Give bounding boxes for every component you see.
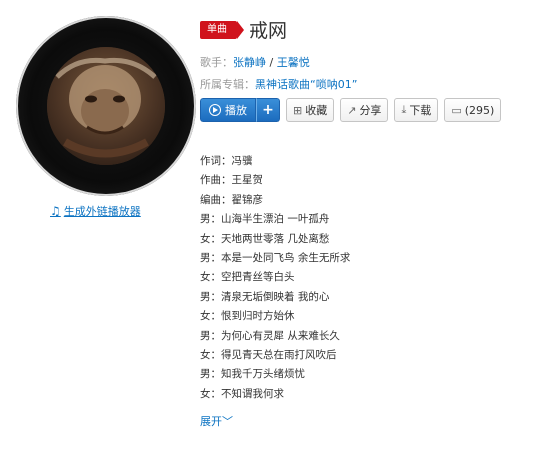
lyric-line: 男：清泉无垢倒映着 我的心 <box>200 290 330 303</box>
folder-plus-icon: ⊞ <box>293 103 303 117</box>
album-cover <box>16 16 196 196</box>
cover-art-image <box>47 47 165 165</box>
comment-icon: ▭ <box>451 103 462 117</box>
play-button[interactable]: 播放 <box>200 98 256 122</box>
album-row: 所属专辑：黑神话歌曲“唢呐01” <box>200 76 357 92</box>
song-title: 戒网 <box>249 20 288 42</box>
chevron-down-icon: ﹀ <box>222 415 233 428</box>
album-label: 所属专辑： <box>200 78 255 91</box>
expand-lyrics-link[interactable]: 展开﹀ <box>200 413 233 429</box>
vinyl-disc <box>16 16 196 196</box>
play-button-group: 播放 + <box>200 98 280 122</box>
expand-label: 展开 <box>200 415 222 428</box>
lyric-line: 男：为何心有灵犀 从来难长久 <box>200 329 340 342</box>
song-header: 单曲 戒网 <box>200 16 287 43</box>
outlink-label: 生成外链播放器 <box>63 205 141 218</box>
music-note-icon: ♫ <box>50 204 61 218</box>
share-label: 分享 <box>359 104 382 117</box>
download-button[interactable]: ⤓ 下载 <box>394 98 439 122</box>
download-icon: ⤓ <box>401 103 407 116</box>
comments-button[interactable]: ▭ (295) <box>444 98 502 122</box>
collect-button[interactable]: ⊞ 收藏 <box>286 98 335 122</box>
singer-label: 歌手： <box>200 56 233 69</box>
share-button[interactable]: ↗ 分享 <box>340 98 389 122</box>
single-badge: 单曲 <box>200 20 244 39</box>
lyric-line: 女：得见青天总在雨打风吹后 <box>200 349 337 362</box>
singer-link-1[interactable]: 张静峥 <box>233 56 266 69</box>
lyric-line: 女：空把青丝等白头 <box>200 271 295 284</box>
action-bar: 播放 + ⊞ 收藏 ↗ 分享 ⤓ 下载 ▭ (295) <box>200 98 502 122</box>
generate-external-player-link[interactable]: ♫ 生成外链播放器 <box>50 203 141 219</box>
singer-link-2[interactable]: 王馨悦 <box>277 56 310 69</box>
lyric-line: 编曲：翟锦彦 <box>200 193 263 206</box>
album-link[interactable]: 黑神话歌曲“唢呐01” <box>255 78 357 91</box>
download-label: 下载 <box>409 104 432 117</box>
lyrics-block: 作词：冯骥 作曲：王星贺 编曲：翟锦彦 男：山海半生漂泊 一叶孤舟 女：天地两世… <box>200 152 350 404</box>
singer-row: 歌手：张静峥 / 王馨悦 <box>200 54 310 70</box>
lyric-line: 男：本是一处同飞鸟 余生无所求 <box>200 252 351 265</box>
lyric-line: 作曲：王星贺 <box>200 174 263 187</box>
lyric-line: 女：不知谓我何求 <box>200 387 284 400</box>
comments-count: (295) <box>464 103 495 117</box>
add-to-playlist-button[interactable]: + <box>256 98 280 122</box>
singer-separator: / <box>266 56 277 69</box>
lyric-line: 作词：冯骥 <box>200 155 253 167</box>
lyric-line: 男：山海半生漂泊 一叶孤舟 <box>200 213 330 226</box>
play-label: 播放 <box>225 104 247 117</box>
lyric-line: 女：天地两世零落 几处离愁 <box>200 232 330 245</box>
lyric-line: 女：恨到归时方始休 <box>200 310 295 323</box>
lyric-line: 男：知我千万头绪烦忧 <box>200 368 305 381</box>
play-circle-icon <box>209 104 221 116</box>
collect-label: 收藏 <box>305 104 328 117</box>
share-icon: ↗ <box>347 103 357 117</box>
